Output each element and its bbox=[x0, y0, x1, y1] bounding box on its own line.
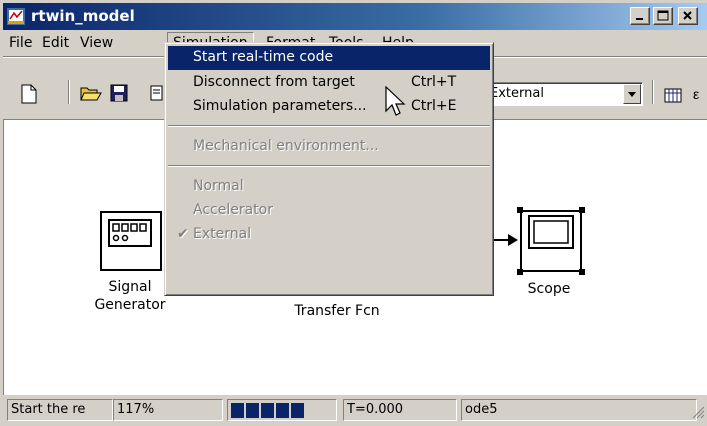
progress-block bbox=[276, 403, 289, 418]
progress-block bbox=[246, 403, 259, 418]
menu-edit[interactable]: Edit bbox=[42, 35, 69, 51]
menu-file[interactable]: File bbox=[9, 35, 32, 51]
progress-block bbox=[261, 403, 274, 418]
menu-item-external[interactable]: ✔ External bbox=[168, 223, 490, 247]
status-bar: Start the re 117% T=0.000 ode5 bbox=[3, 397, 707, 423]
toolbar-separator bbox=[652, 80, 654, 104]
menu-item-label: Mechanical environment... bbox=[193, 138, 379, 154]
open-icon[interactable] bbox=[80, 84, 102, 102]
menu-item-shortcut: Ctrl+T bbox=[411, 74, 457, 90]
menu-item-accelerator[interactable]: Accelerator bbox=[168, 199, 490, 223]
minimize-icon bbox=[636, 18, 643, 20]
status-message: Start the re bbox=[7, 399, 113, 421]
signal-generator-block[interactable] bbox=[99, 210, 165, 276]
progress-blocks bbox=[231, 403, 306, 420]
menu-item-shortcut: Ctrl+E bbox=[411, 98, 457, 114]
signal-generator-label-line2: Generator bbox=[94, 297, 166, 313]
simulation-time: T=0.000 bbox=[343, 399, 457, 421]
minimize-button[interactable] bbox=[630, 7, 650, 25]
menu-item-mechanical-environment[interactable]: Mechanical environment... bbox=[168, 135, 490, 159]
print-icon[interactable] bbox=[150, 84, 164, 102]
resize-grip-icon[interactable] bbox=[691, 405, 705, 419]
menu-item-label: Simulation parameters... bbox=[193, 98, 367, 114]
close-button[interactable] bbox=[678, 7, 698, 25]
simulink-app-icon bbox=[7, 8, 25, 25]
solver-name: ode5 bbox=[461, 399, 697, 421]
menu-item-label: Start real-time code bbox=[193, 49, 334, 65]
window-title: rtwin_model bbox=[31, 7, 135, 25]
menu-view[interactable]: View bbox=[80, 35, 113, 51]
menu-item-disconnect-from-target[interactable]: Disconnect from target Ctrl+T bbox=[168, 71, 490, 95]
toolbar-overflow-icon[interactable]: ε bbox=[693, 86, 699, 102]
toolbar-separator bbox=[68, 80, 70, 104]
maximize-button[interactable] bbox=[653, 7, 673, 25]
simulink-window: rtwin_model File Edit View Simulation Fo… bbox=[0, 0, 707, 426]
progress-block bbox=[231, 403, 244, 418]
zoom-level: 117% bbox=[113, 399, 223, 421]
menu-item-label: Normal bbox=[193, 178, 244, 194]
chevron-down-icon bbox=[628, 92, 636, 97]
new-icon[interactable] bbox=[20, 84, 38, 104]
menu-separator bbox=[168, 125, 490, 127]
simulation-mode-select[interactable]: External bbox=[485, 82, 643, 106]
dropdown-arrow-button[interactable] bbox=[623, 84, 641, 104]
menu-separator bbox=[168, 165, 490, 167]
checkmark-icon: ✔ bbox=[177, 226, 189, 242]
close-icon bbox=[683, 11, 692, 20]
menu-item-start-real-time-code[interactable]: Start real-time code bbox=[168, 46, 490, 70]
simulation-menu: Start real-time code Disconnect from tar… bbox=[164, 42, 494, 296]
title-bar[interactable]: rtwin_model bbox=[3, 3, 707, 30]
transfer-fcn-label: Transfer Fcn bbox=[294, 303, 380, 319]
menu-item-label: External bbox=[193, 226, 252, 242]
simulation-mode-value: External bbox=[490, 86, 544, 101]
menu-item-simulation-parameters[interactable]: Simulation parameters... Ctrl+E bbox=[168, 95, 490, 119]
menu-item-label: Accelerator bbox=[193, 202, 273, 218]
menu-item-label: Disconnect from target bbox=[193, 74, 355, 90]
library-browser-icon[interactable] bbox=[664, 86, 684, 104]
progress-indicator bbox=[227, 399, 337, 421]
mouse-cursor-icon bbox=[385, 86, 406, 116]
save-icon[interactable] bbox=[110, 84, 128, 102]
scope-label: Scope bbox=[527, 281, 571, 297]
scope-block[interactable] bbox=[516, 206, 588, 278]
progress-block bbox=[291, 403, 304, 418]
maximize-icon bbox=[657, 10, 669, 21]
menu-item-normal[interactable]: Normal bbox=[168, 175, 490, 199]
